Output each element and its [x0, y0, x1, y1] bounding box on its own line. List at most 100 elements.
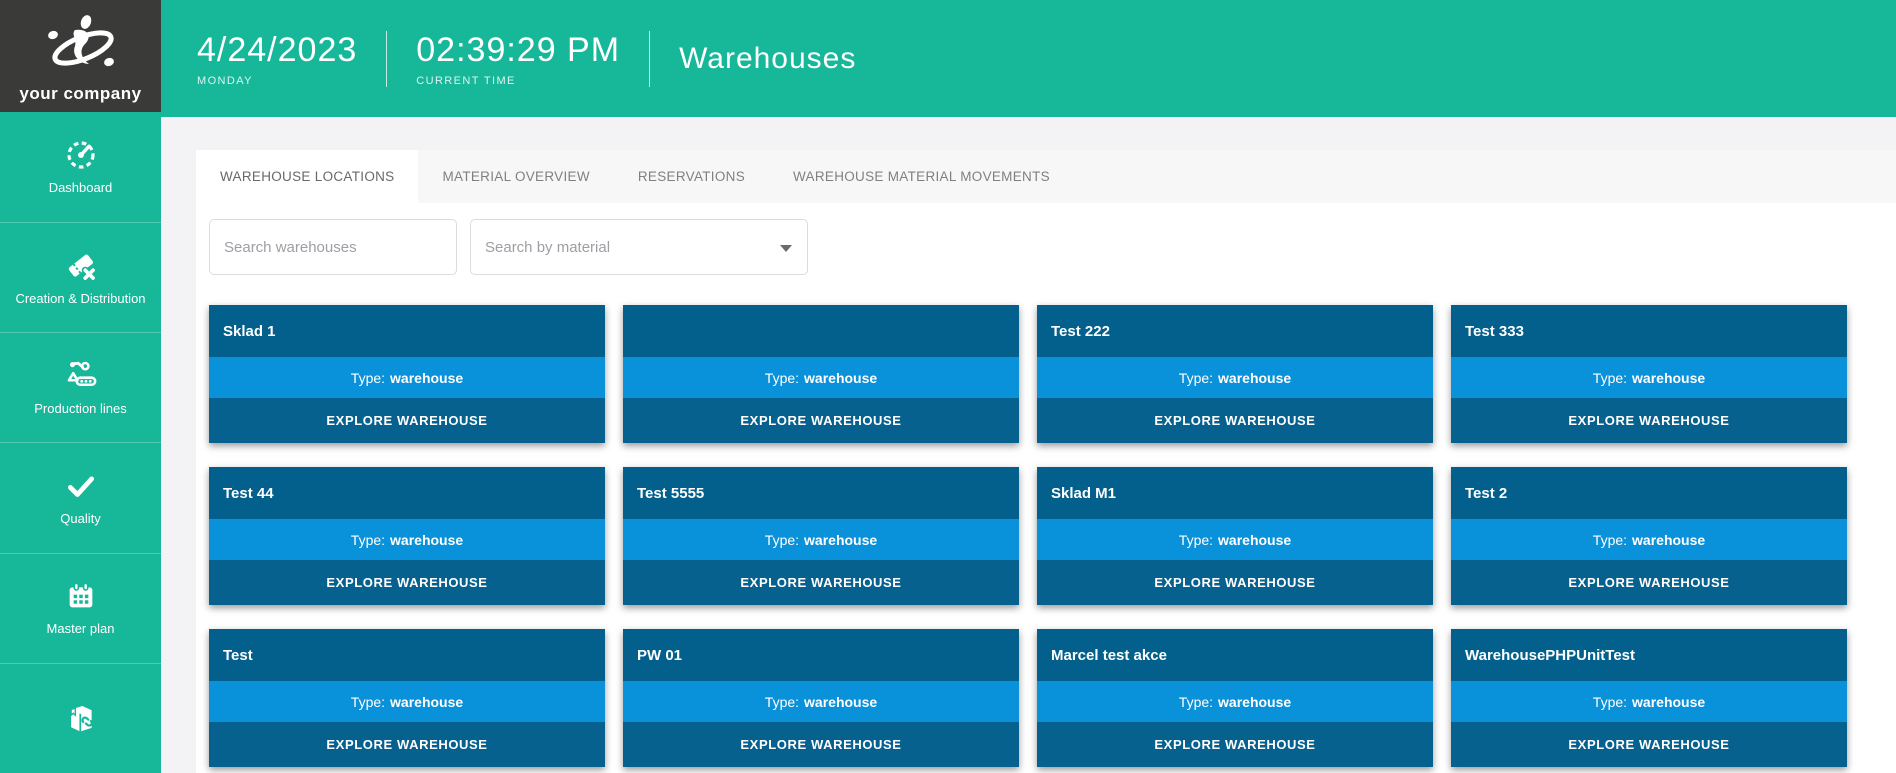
package-link-icon [64, 701, 98, 735]
explore-warehouse-button[interactable]: EXPLORE WAREHOUSE [623, 722, 1019, 767]
explore-warehouse-button[interactable]: EXPLORE WAREHOUSE [1451, 560, 1847, 605]
search-warehouses-input[interactable] [209, 219, 457, 275]
type-label: Type: [351, 532, 385, 548]
company-logo: your company [0, 0, 161, 112]
type-label: Type: [351, 694, 385, 710]
type-value: warehouse [390, 694, 463, 710]
type-value: warehouse [1218, 694, 1291, 710]
content-area: WAREHOUSE LOCATIONS MATERIAL OVERVIEW RE… [161, 117, 1896, 773]
type-value: warehouse [1218, 370, 1291, 386]
sidebar-item-label: Dashboard [45, 181, 117, 195]
current-time: 02:39:29 PM [416, 31, 620, 70]
explore-warehouse-button[interactable]: EXPLORE WAREHOUSE [1037, 560, 1433, 605]
current-time-label: CURRENT TIME [416, 75, 620, 87]
type-value: warehouse [390, 532, 463, 548]
warehouse-type-row: Type: warehouse [209, 681, 605, 722]
gauge-icon [64, 138, 98, 172]
tab-reservations[interactable]: RESERVATIONS [614, 150, 769, 203]
warehouse-card: Test Type: warehouse EXPLORE WAREHOUSE [209, 629, 605, 767]
type-value: warehouse [390, 370, 463, 386]
card-title: Test 5555 [637, 485, 704, 502]
tab-panel: Sklad 1 Type: warehouse EXPLORE WAREHOUS… [196, 203, 1896, 773]
warehouse-card-header: Sklad M1 [1037, 467, 1433, 519]
warehouse-card: WarehousePHPUnitTest Type: warehouse EXP… [1451, 629, 1847, 767]
checkmark-icon [64, 469, 98, 503]
sidebar-item-warehouses[interactable] [0, 663, 161, 773]
warehouse-type-row: Type: warehouse [623, 519, 1019, 560]
tab-bar: WAREHOUSE LOCATIONS MATERIAL OVERVIEW RE… [196, 150, 1896, 203]
type-value: warehouse [1632, 370, 1705, 386]
app-root: your company Dashboard [0, 0, 1896, 773]
tab-material-overview[interactable]: MATERIAL OVERVIEW [418, 150, 613, 203]
time-block: 02:39:29 PM CURRENT TIME [416, 31, 620, 87]
current-date: 4/24/2023 [197, 31, 357, 70]
warehouse-card: Marcel test akce Type: warehouse EXPLORE… [1037, 629, 1433, 767]
warehouse-type-row: Type: warehouse [1451, 519, 1847, 560]
warehouse-card: Test 2 Type: warehouse EXPLORE WAREHOUSE [1451, 467, 1847, 605]
sidebar-item-dashboard[interactable]: Dashboard [0, 112, 161, 222]
warehouse-card-header: Test 2 [1451, 467, 1847, 519]
type-value: warehouse [1632, 532, 1705, 548]
sidebar: your company Dashboard [0, 0, 161, 773]
search-by-material-input[interactable] [470, 219, 808, 275]
warehouse-card-header: Test 333 [1451, 305, 1847, 357]
type-value: warehouse [804, 694, 877, 710]
warehouse-card: PW 01 Type: warehouse EXPLORE WAREHOUSE [623, 629, 1019, 767]
type-label: Type: [1179, 370, 1213, 386]
tab-warehouse-locations[interactable]: WAREHOUSE LOCATIONS [196, 150, 418, 203]
warehouse-card-header: PW 01 [623, 629, 1019, 681]
type-value: warehouse [1632, 694, 1705, 710]
warehouse-type-row: Type: warehouse [1451, 681, 1847, 722]
type-label: Type: [1593, 694, 1627, 710]
explore-warehouse-button[interactable]: EXPLORE WAREHOUSE [1451, 722, 1847, 767]
sidebar-item-label: Master plan [43, 622, 119, 636]
explore-warehouse-button[interactable]: EXPLORE WAREHOUSE [209, 560, 605, 605]
sidebar-item-master-plan[interactable]: Master plan [0, 553, 161, 663]
card-title: PW 01 [637, 647, 682, 664]
search-by-material-select[interactable] [470, 219, 808, 275]
warehouse-card-header: Marcel test akce [1037, 629, 1433, 681]
warehouse-card-header: Test [209, 629, 605, 681]
card-title: Sklad 1 [223, 323, 276, 340]
warehouse-card-header [623, 305, 1019, 357]
card-title: Test [223, 647, 253, 664]
ticket-cancel-icon [64, 249, 98, 283]
type-label: Type: [765, 370, 799, 386]
warehouse-card: Type: warehouse EXPLORE WAREHOUSE [623, 305, 1019, 443]
sidebar-item-quality[interactable]: Quality [0, 442, 161, 552]
warehouse-card: Test 333 Type: warehouse EXPLORE WAREHOU… [1451, 305, 1847, 443]
type-label: Type: [1593, 370, 1627, 386]
top-header: 4/24/2023 MONDAY 02:39:29 PM CURRENT TIM… [161, 0, 1896, 117]
warehouse-type-row: Type: warehouse [1037, 681, 1433, 722]
explore-warehouse-button[interactable]: EXPLORE WAREHOUSE [1037, 398, 1433, 443]
sidebar-item-creation-distribution[interactable]: Creation & Distribution [0, 222, 161, 332]
sidebar-item-label: Creation & Distribution [11, 292, 149, 306]
warehouse-card: Test 5555 Type: warehouse EXPLORE WAREHO… [623, 467, 1019, 605]
warehouse-card: Sklad 1 Type: warehouse EXPLORE WAREHOUS… [209, 305, 605, 443]
explore-warehouse-button[interactable]: EXPLORE WAREHOUSE [1451, 398, 1847, 443]
explore-warehouse-button[interactable]: EXPLORE WAREHOUSE [209, 722, 605, 767]
sidebar-item-production-lines[interactable]: Production lines [0, 332, 161, 442]
current-day: MONDAY [197, 75, 357, 87]
filter-row [209, 219, 1847, 275]
explore-warehouse-button[interactable]: EXPLORE WAREHOUSE [623, 560, 1019, 605]
card-title: WarehousePHPUnitTest [1465, 647, 1635, 664]
warehouse-type-row: Type: warehouse [1037, 519, 1433, 560]
warehouse-card-header: Test 5555 [623, 467, 1019, 519]
warehouse-card-header: WarehousePHPUnitTest [1451, 629, 1847, 681]
tab-warehouse-material-movements[interactable]: WAREHOUSE MATERIAL MOVEMENTS [769, 150, 1074, 203]
warehouse-card: Sklad M1 Type: warehouse EXPLORE WAREHOU… [1037, 467, 1433, 605]
header-divider [386, 31, 387, 87]
warehouse-grid: Sklad 1 Type: warehouse EXPLORE WAREHOUS… [209, 305, 1847, 767]
warehouse-card-header: Sklad 1 [209, 305, 605, 357]
header-divider [649, 31, 650, 87]
warehouse-type-row: Type: warehouse [623, 681, 1019, 722]
warehouse-type-row: Type: warehouse [1451, 357, 1847, 398]
sidebar-item-label: Quality [56, 512, 104, 526]
logo-graphic-icon [39, 10, 123, 84]
main-area: 4/24/2023 MONDAY 02:39:29 PM CURRENT TIM… [161, 0, 1896, 773]
explore-warehouse-button[interactable]: EXPLORE WAREHOUSE [209, 398, 605, 443]
card-title: Test 2 [1465, 485, 1507, 502]
explore-warehouse-button[interactable]: EXPLORE WAREHOUSE [623, 398, 1019, 443]
explore-warehouse-button[interactable]: EXPLORE WAREHOUSE [1037, 722, 1433, 767]
